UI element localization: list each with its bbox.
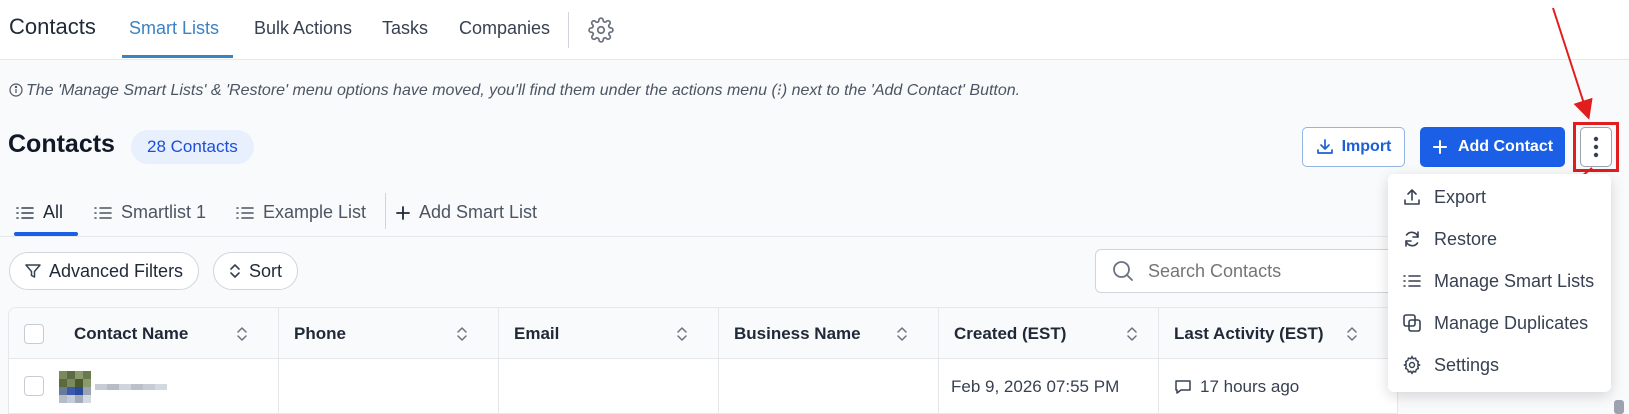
- created-cell: Feb 9, 2026 07:55 PM: [951, 377, 1120, 396]
- list-icon: [1403, 275, 1421, 287]
- active-tab-indicator: [122, 55, 233, 58]
- actions-dropdown-menu: Export Restore Manage Smart Lists Manage…: [1388, 174, 1611, 392]
- top-navigation-bar: Contacts Smart Lists Bulk Actions Tasks …: [0, 0, 1629, 60]
- plus-icon: [396, 205, 410, 220]
- plus-icon: [1432, 140, 1447, 154]
- list-tab-example-list[interactable]: Example List: [236, 202, 366, 223]
- sort-label: Sort: [249, 260, 283, 281]
- tab-companies[interactable]: Companies: [459, 18, 550, 39]
- upload-icon: [1404, 189, 1420, 205]
- search-field[interactable]: [1095, 249, 1395, 293]
- menu-item-label: Settings: [1434, 354, 1500, 375]
- advanced-filters-label: Advanced Filters: [49, 260, 184, 281]
- column-created[interactable]: Created (EST): [954, 308, 1066, 359]
- sort-icon[interactable]: [896, 327, 908, 341]
- sort-icon[interactable]: [1346, 327, 1358, 341]
- info-icon: [9, 83, 23, 97]
- list-tab-smartlist-1[interactable]: Smartlist 1: [94, 202, 206, 223]
- sort-button[interactable]: Sort: [213, 252, 299, 290]
- list-tab-label: All: [43, 202, 64, 222]
- tabs-baseline: [0, 236, 1390, 237]
- list-icon: [16, 206, 34, 219]
- tab-smart-lists[interactable]: Smart Lists: [129, 18, 219, 39]
- gear-icon: [1403, 355, 1421, 375]
- import-button[interactable]: Import: [1302, 127, 1405, 167]
- sort-icon[interactable]: [1126, 327, 1138, 341]
- tab-tasks[interactable]: Tasks: [382, 18, 428, 39]
- tab-bulk-actions[interactable]: Bulk Actions: [254, 18, 352, 39]
- menu-item-restore[interactable]: Restore: [1402, 224, 1497, 254]
- contact-name-cell[interactable]: [59, 359, 179, 413]
- column-divider: [1158, 308, 1159, 413]
- menu-item-label: Manage Smart Lists: [1434, 270, 1595, 291]
- menu-item-label: Export: [1434, 186, 1487, 207]
- advanced-filters-button[interactable]: Advanced Filters: [9, 252, 200, 290]
- add-contact-button[interactable]: Add Contact: [1420, 127, 1565, 167]
- column-divider: [718, 308, 719, 413]
- sort-icon[interactable]: [236, 327, 248, 341]
- scrollbar-thumb[interactable]: [1614, 400, 1624, 414]
- menu-item-manage-smart-lists[interactable]: Manage Smart Lists: [1402, 266, 1594, 296]
- gear-icon[interactable]: [588, 17, 614, 43]
- column-contact-name[interactable]: Contact Name: [74, 308, 188, 359]
- column-email[interactable]: Email: [514, 308, 559, 359]
- menu-item-export[interactable]: Export: [1402, 182, 1486, 212]
- column-business-name[interactable]: Business Name: [734, 308, 861, 359]
- add-smart-list-button[interactable]: Add Smart List: [396, 202, 537, 223]
- contact-count-badge: 28 Contacts: [131, 130, 254, 164]
- menu-item-manage-duplicates[interactable]: Manage Duplicates: [1402, 308, 1588, 338]
- duplicate-icon: [1403, 314, 1421, 332]
- import-label: Import: [1341, 138, 1392, 155]
- nav-divider: [568, 12, 569, 48]
- list-tab-label: Example List: [263, 202, 367, 222]
- last-activity-cell: 17 hours ago: [1174, 359, 1300, 413]
- list-tab-all[interactable]: All: [16, 202, 63, 223]
- list-icon: [236, 206, 254, 219]
- row-checkbox[interactable]: [24, 376, 44, 396]
- column-phone[interactable]: Phone: [294, 308, 346, 359]
- info-notice: The 'Manage Smart Lists' & 'Restore' men…: [9, 80, 1020, 100]
- search-icon: [1113, 261, 1133, 281]
- menu-item-label: Restore: [1434, 228, 1498, 249]
- filter-icon: [25, 264, 41, 278]
- list-tab-label: Smartlist 1: [121, 202, 207, 222]
- sort-icon: [230, 264, 240, 278]
- add-contact-label: Add Contact: [1457, 138, 1554, 155]
- notice-text: The 'Manage Smart Lists' & 'Restore' men…: [26, 82, 1021, 99]
- refresh-icon: [1405, 231, 1419, 247]
- select-all-checkbox[interactable]: [24, 324, 44, 344]
- download-icon: [1316, 139, 1333, 154]
- column-divider: [938, 308, 939, 413]
- blurred-avatar-and-name: [59, 371, 167, 403]
- sort-icon[interactable]: [676, 327, 688, 341]
- contacts-table: Contact Name Phone Email Business Name C…: [8, 307, 1398, 414]
- menu-item-settings[interactable]: Settings: [1402, 350, 1499, 380]
- column-divider: [498, 308, 499, 413]
- sort-icon[interactable]: [456, 327, 468, 341]
- column-last-activity[interactable]: Last Activity (EST): [1174, 308, 1324, 359]
- last-activity-text: 17 hours ago: [1200, 377, 1300, 396]
- list-icon: [94, 206, 112, 219]
- list-tab-label: Add Smart List: [419, 202, 538, 222]
- page-title: Contacts: [8, 130, 115, 158]
- menu-item-label: Manage Duplicates: [1434, 312, 1589, 333]
- list-tabs-divider: [385, 193, 386, 229]
- column-divider: [278, 308, 279, 413]
- app-title: Contacts: [9, 14, 96, 39]
- message-icon: [1175, 380, 1191, 394]
- annotation-highlight-more: [1573, 122, 1619, 172]
- search-input[interactable]: [1148, 260, 1368, 282]
